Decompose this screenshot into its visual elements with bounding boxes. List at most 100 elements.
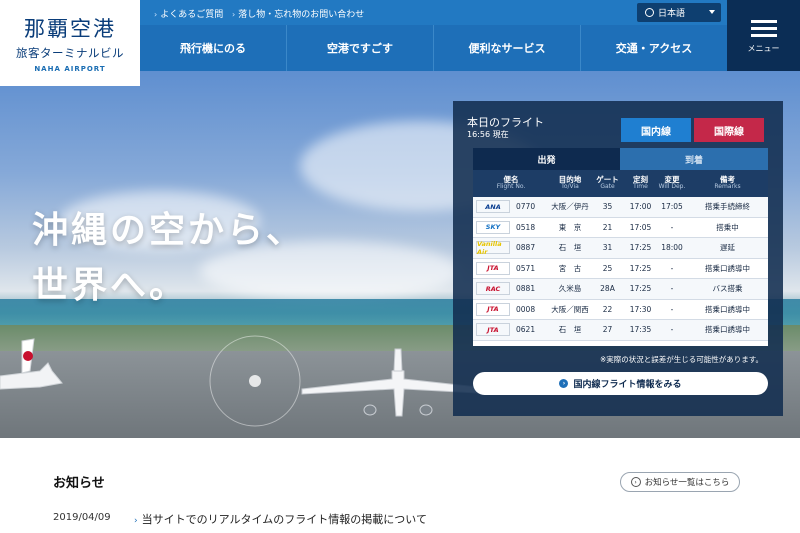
flight-number: 0621 [516, 325, 536, 335]
utility-bar: › よくあるご質問 › 落し物・忘れ物のお問い合わせ 日本語 [140, 0, 727, 25]
flight-number-cell: Vanilla Air 0887 [473, 240, 549, 256]
language-label: 日本語 [658, 9, 686, 19]
gate-cell: 21 [602, 222, 613, 232]
header-gate: ゲート Gate [596, 174, 619, 191]
changed-time-cell: - [670, 304, 674, 314]
nav-boarding[interactable]: 飛行機にのる [140, 25, 287, 71]
tab-domestic[interactable]: 国内線 [621, 118, 691, 142]
scheduled-time-cell: 17:25 [629, 243, 652, 253]
destination-cell: 石 垣 [558, 243, 582, 253]
flight-rows: ANA 0770 大阪／伊丹 35 17:00 17:05 搭乗手続締終 SKY 0518 東 京… [473, 197, 768, 341]
remarks-cell: バス搭乗 [712, 284, 743, 294]
flight-info-button[interactable]: › 国内線フライト情報をみる [473, 372, 768, 395]
gate-cell: 27 [602, 325, 613, 335]
menu-button[interactable]: メニュー [727, 0, 800, 71]
airline-logo-icon: SKY [476, 220, 510, 234]
flight-number: 0887 [516, 243, 536, 253]
nav-spend-time[interactable]: 空港ですごす [287, 25, 434, 71]
scheduled-time-cell: 17:25 [629, 284, 652, 294]
chevron-right-icon: › [134, 516, 138, 526]
tab-departure[interactable]: 出発 [473, 148, 620, 170]
scheduled-time-cell: 17:25 [629, 263, 652, 273]
flight-number-cell: SKY 0518 [473, 220, 549, 234]
flight-panel-title: 本日のフライト [467, 116, 544, 129]
airline-logo-icon: JTA [476, 302, 510, 316]
global-nav: 飛行機にのる 空港ですごす 便利なサービス 交通・アクセス [140, 25, 727, 71]
flight-number-cell: RAC 0881 [473, 282, 549, 296]
flight-number: 0518 [516, 222, 536, 232]
hamburger-icon-bar [750, 26, 777, 30]
faq-link[interactable]: › よくあるご質問 [154, 7, 223, 20]
flight-row[interactable]: ANA 0770 大阪／伊丹 35 17:00 17:05 搭乗手続締終 [473, 197, 768, 218]
changed-time-cell: - [670, 325, 674, 335]
header-dest: 目的地 To/Via [558, 174, 582, 191]
header-flight: 便名 Flight No. [496, 174, 526, 191]
header-change: 変更 Will Dep. [658, 174, 686, 191]
flight-number: 0881 [516, 284, 536, 294]
chevron-down-icon [709, 10, 715, 14]
destination-cell: 久米島 [558, 284, 582, 294]
airline-logo-icon: JTA [476, 323, 510, 337]
flight-row[interactable]: SKY 0518 東 京 21 17:05 - 搭乗中 [473, 218, 768, 238]
remarks-cell: 搭乗口誘導中 [705, 304, 750, 314]
airline-logo-icon: RAC [476, 282, 510, 296]
airline-logo-icon: Vanilla Air [476, 240, 510, 256]
flight-row[interactable]: JTA 0008 大阪／関西 22 17:30 - 搭乗口誘導中 [473, 300, 768, 320]
arrow-right-icon: › [559, 379, 569, 388]
gate-cell: 25 [602, 263, 613, 273]
destination-cell: 石 垣 [558, 325, 582, 335]
airline-logo-icon: ANA [476, 200, 510, 214]
lost-found-link[interactable]: › 落し物・忘れ物のお問い合わせ [232, 7, 364, 20]
flight-row[interactable]: JTA 0571 宮 古 25 17:25 - 搭乗口誘導中 [473, 259, 768, 279]
changed-time-cell: 18:00 [661, 243, 683, 253]
flight-row[interactable]: Vanilla Air 0887 石 垣 31 17:25 18:00 遅延 [473, 238, 768, 259]
flight-row[interactable]: RAC 0881 久米島 28A 17:25 - バス搭乗 [473, 279, 768, 300]
gate-cell: 35 [602, 202, 613, 212]
nav-services[interactable]: 便利なサービス [434, 25, 581, 71]
news-heading: お知らせ [53, 476, 105, 491]
flight-number-cell: JTA 0571 [473, 261, 549, 275]
remarks-cell: 搭乗中 [716, 222, 739, 232]
news-list-button[interactable]: › お知らせ一覧はこちら [620, 472, 740, 492]
flight-number-cell: JTA 0621 [473, 323, 549, 337]
flight-table: 出発 到着 便名 Flight No. 目的地 To/Via ゲート Gate 定刻 T… [473, 148, 768, 346]
decor-dot [249, 375, 261, 387]
scheduled-time-cell: 17:30 [629, 304, 652, 314]
flight-number-cell: ANA 0770 [473, 200, 549, 214]
flight-table-header: 便名 Flight No. 目的地 To/Via ゲート Gate 定刻 Time 変更… [473, 170, 768, 197]
remarks-cell: 搭乗口誘導中 [705, 263, 750, 273]
changed-time-cell: 17:05 [661, 202, 683, 212]
tab-arrival[interactable]: 到着 [620, 148, 768, 170]
site-logo[interactable]: 那覇空港 旅客ターミナルビル NAHA AIRPORT [0, 0, 140, 86]
news-item-link[interactable]: › 当サイトでのリアルタイムのフライト情報の掲載について [134, 511, 427, 527]
scheduled-time-cell: 17:00 [629, 202, 652, 212]
destination-cell: 宮 古 [558, 263, 582, 273]
hero-catch-line1: 沖縄の空から、 [32, 210, 306, 251]
changed-time-cell: - [670, 263, 674, 273]
logo-english: NAHA AIRPORT [34, 65, 106, 73]
hamburger-icon [750, 19, 777, 23]
destination-cell: 大阪／伊丹 [551, 202, 589, 212]
flight-number: 0571 [516, 263, 536, 273]
globe-icon [645, 8, 654, 17]
flight-number: 0008 [516, 304, 536, 314]
chevron-right-icon: › [232, 10, 236, 19]
header-time: 定刻 Time [633, 174, 648, 191]
gate-cell: 22 [602, 304, 613, 314]
language-select[interactable]: 日本語 [637, 3, 721, 22]
flight-panel-time: 16:56 現在 [467, 130, 509, 139]
gate-cell: 28A [600, 284, 615, 294]
nav-access[interactable]: 交通・アクセス [581, 25, 727, 71]
remarks-cell: 搭乗手続締終 [705, 202, 750, 212]
airplane-left [0, 338, 63, 390]
flight-sub-tabs: 出発 到着 [473, 148, 768, 170]
changed-time-cell: - [670, 222, 674, 232]
flight-row[interactable]: JTA 0621 石 垣 27 17:35 - 搭乗口誘導中 [473, 320, 768, 341]
changed-time-cell: - [670, 284, 674, 294]
flight-number-cell: JTA 0008 [473, 302, 549, 316]
chevron-right-icon: › [630, 477, 641, 487]
tab-international[interactable]: 国際線 [694, 118, 764, 142]
destination-cell: 大阪／関西 [551, 304, 589, 314]
chevron-right-icon: › [154, 10, 158, 19]
hamburger-icon-bar [750, 33, 777, 37]
